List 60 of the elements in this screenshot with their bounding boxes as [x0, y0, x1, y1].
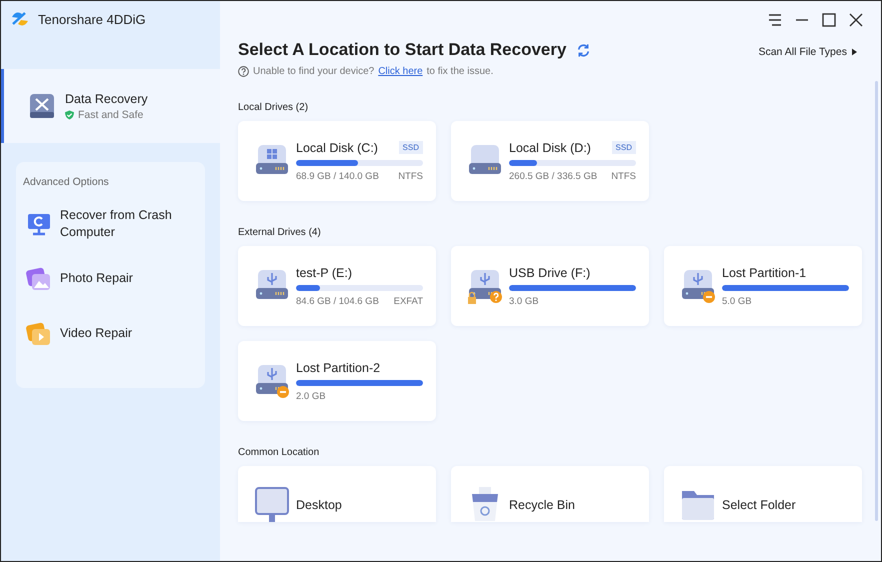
option-label: Recover from Crash Computer	[60, 206, 173, 240]
tools-drive-icon	[28, 92, 56, 120]
drive-size: 5.0 GB	[722, 296, 752, 306]
location-label: Select Folder	[722, 498, 796, 512]
file-system: EXFAT	[394, 296, 423, 306]
refresh-icon[interactable]	[576, 42, 592, 58]
drive-card[interactable]: Lost Partition-2 2.0 GB	[238, 341, 436, 421]
drive-card[interactable]: test-P (E:) 84.6 GB / 104.6 GB EXFAT	[238, 246, 436, 326]
panel-heading: Advanced Options	[23, 176, 110, 188]
advanced-option[interactable]: Photo Repair	[23, 251, 205, 306]
nav-subtitle: Fast and Safe	[78, 108, 144, 120]
location-card[interactable]: Recycle Bin	[451, 466, 649, 522]
location-card[interactable]: Desktop	[238, 466, 436, 522]
section-heading: Common Location	[238, 447, 320, 458]
film-icon	[26, 320, 52, 346]
scrollbar[interactable]	[875, 81, 878, 521]
data-recovery-tab[interactable]: Data Recovery Fast and Safe	[1, 69, 220, 143]
location-label: Desktop	[296, 498, 342, 512]
drive-card[interactable]: Local Disk (D:) SSD 260.5 GB / 336.5 GB NTFS	[451, 121, 649, 201]
drive-name: Lost Partition-1	[722, 266, 806, 280]
location-card[interactable]: Select Folder	[664, 466, 862, 522]
drive-size: 2.0 GB	[296, 390, 326, 402]
file-system: NTFS	[398, 170, 423, 182]
section-heading: External Drives (4)	[238, 227, 322, 238]
scan-all-button[interactable]: Scan All File Types	[758, 46, 857, 58]
drive-size: 68.9 GB / 140.0 GB	[296, 170, 379, 182]
drive-type-tag: SSD	[398, 141, 423, 154]
advanced-option[interactable]: Video Repair	[23, 306, 205, 361]
close-icon[interactable]	[849, 13, 863, 27]
monitor-icon	[254, 486, 290, 522]
drive-name: Local Disk (C:)	[296, 140, 378, 154]
drive-card[interactable]: Local Disk (C:) SSD 68.9 GB / 140.0 GB NTFS	[238, 121, 436, 201]
advanced-option[interactable]: Recover from Crash Computer	[23, 196, 205, 251]
drive-name: Lost Partition-2	[296, 360, 380, 374]
option-label: Video Repair	[60, 325, 134, 342]
maximize-icon[interactable]	[822, 13, 836, 27]
page-title: Select A Location to Start Data Recovery	[238, 40, 566, 60]
help-text: Unable to find your device?	[253, 66, 374, 77]
nav-title: Data Recovery	[65, 92, 148, 106]
drive-size: 260.5 GB / 336.5 GB	[509, 170, 598, 182]
photo-icon	[26, 266, 52, 292]
location-label: Recycle Bin	[509, 498, 575, 512]
section-heading: Local Drives (2)	[238, 102, 310, 113]
drive-type-tag: SSD	[612, 141, 636, 154]
drive-name: test-P (E:)	[296, 266, 352, 280]
drive-size: 3.0 GB	[509, 296, 539, 306]
drive-card[interactable]: Lost Partition-1 5.0 GB	[664, 246, 862, 326]
drive-card[interactable]: USB Drive (F:) 3.0 GB	[451, 246, 649, 326]
drive-size: 84.6 GB / 104.6 GB	[296, 296, 379, 306]
option-label: Photo Repair	[60, 270, 134, 287]
shield-check-icon	[65, 110, 74, 120]
file-system: NTFS	[611, 170, 636, 182]
help-icon	[238, 66, 249, 77]
menu-icon[interactable]	[768, 14, 782, 26]
caret-icon	[852, 48, 857, 56]
help-text: to fix the issue.	[426, 66, 494, 77]
app-name: Tenorshare 4DDiG	[38, 12, 146, 27]
click-here-link[interactable]: Click here	[378, 66, 423, 77]
drive-name: USB Drive (F:)	[509, 266, 590, 280]
drive-name: Local Disk (D:)	[509, 140, 591, 154]
